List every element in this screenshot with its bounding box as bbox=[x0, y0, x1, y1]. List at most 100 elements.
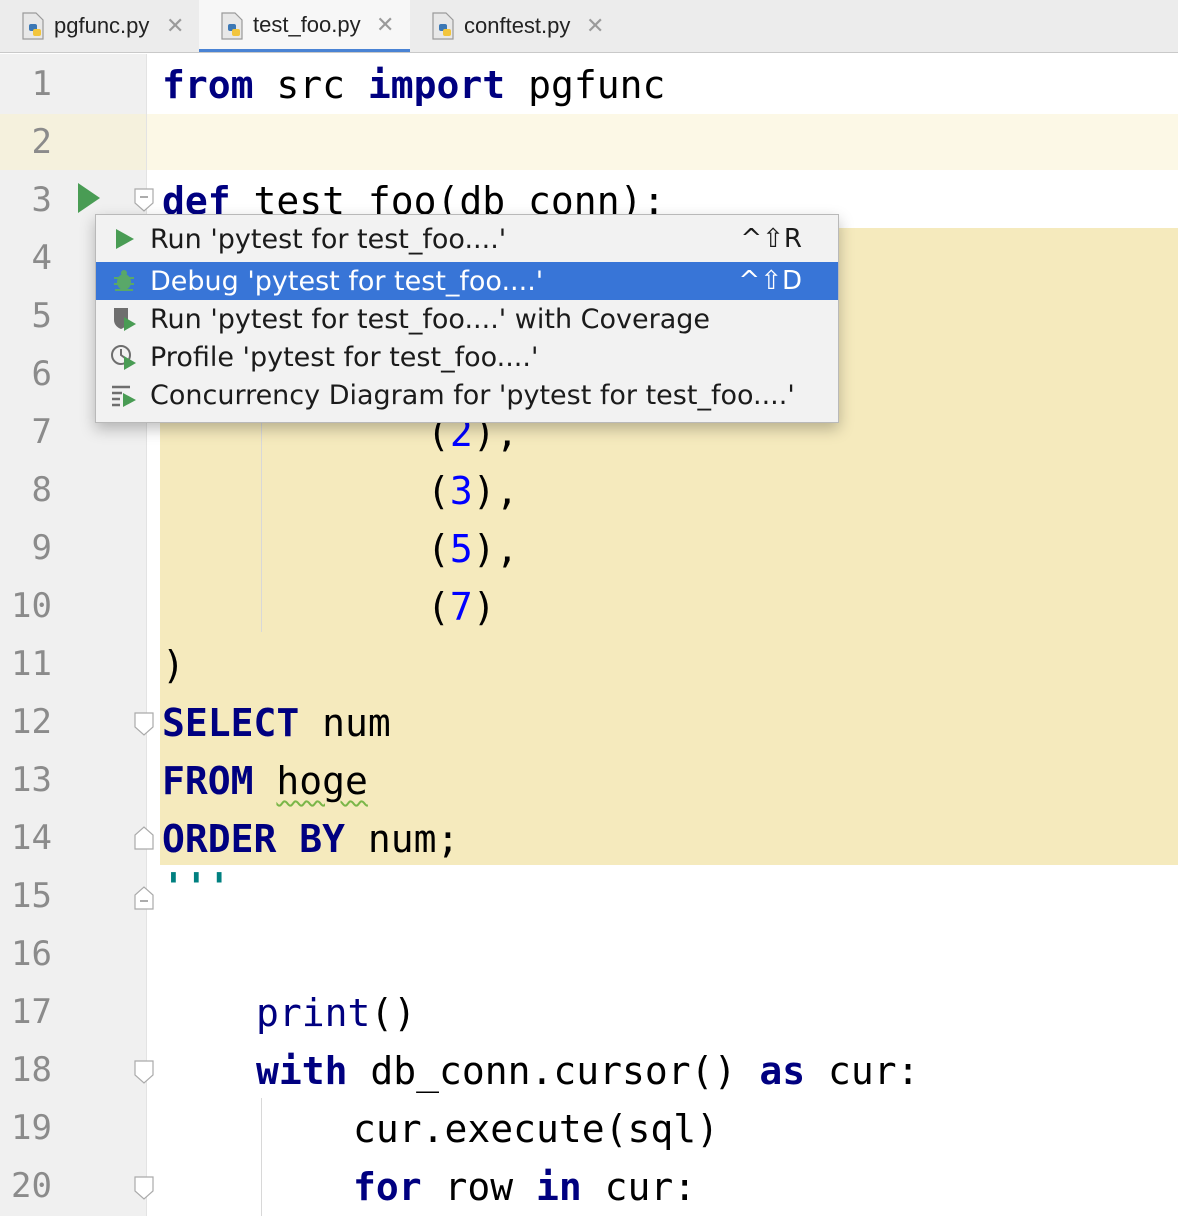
line-number[interactable]: 16 bbox=[0, 925, 52, 983]
sql-keyword: SELECT bbox=[162, 701, 300, 745]
code-text: ) bbox=[472, 585, 496, 629]
fold-end-marker-icon[interactable] bbox=[134, 826, 154, 850]
keyword: with bbox=[256, 1049, 348, 1093]
line-number[interactable]: 15 bbox=[0, 867, 52, 925]
code-text: pgfunc bbox=[505, 63, 666, 107]
line-number[interactable]: 8 bbox=[0, 461, 52, 519]
code-line-12[interactable]: SELECT num bbox=[162, 694, 391, 752]
line-number[interactable]: 12 bbox=[0, 693, 52, 751]
code-text: db_conn.cursor() bbox=[347, 1049, 760, 1093]
menu-item-label: Concurrency Diagram for 'pytest for test… bbox=[150, 379, 795, 411]
line-number[interactable]: 13 bbox=[0, 751, 52, 809]
tab-label: pgfunc.py bbox=[54, 13, 150, 38]
shortcut-label: ^⇧D bbox=[738, 266, 802, 296]
run-icon bbox=[116, 229, 134, 249]
line-number[interactable]: 18 bbox=[0, 1041, 52, 1099]
code-line-17[interactable]: print() bbox=[256, 984, 416, 1042]
builtin-function: print bbox=[256, 991, 371, 1035]
keyword: import bbox=[367, 63, 506, 107]
debug-bug-icon bbox=[114, 270, 134, 291]
code-line-18[interactable]: with db_conn.cursor() as cur: bbox=[256, 1042, 919, 1100]
line-number[interactable]: 6 bbox=[0, 345, 52, 403]
line-number[interactable]: 3 bbox=[0, 171, 52, 229]
line-number[interactable]: 11 bbox=[0, 635, 52, 693]
close-icon[interactable]: ✕ bbox=[166, 13, 184, 39]
number-literal: 3 bbox=[449, 469, 473, 513]
number-literal: 7 bbox=[449, 585, 473, 629]
code-text: ), bbox=[472, 527, 519, 571]
line-number[interactable]: 20 bbox=[0, 1157, 52, 1215]
code-line-15[interactable]: ''' bbox=[162, 858, 231, 916]
fold-end-marker-icon[interactable] bbox=[134, 886, 154, 910]
close-icon[interactable]: ✕ bbox=[376, 12, 394, 38]
run-context-popup: Run 'pytest for test_foo....' ^⇧R Debug … bbox=[95, 214, 839, 423]
tab-conftest[interactable]: conftest.py ✕ bbox=[411, 0, 611, 52]
code-line-1[interactable]: from src import pgfunc bbox=[162, 56, 665, 114]
code-line-20[interactable]: for row in cur: bbox=[353, 1158, 696, 1216]
code-line-19[interactable]: cur.execute(sql) bbox=[353, 1100, 719, 1158]
keyword: for bbox=[353, 1165, 422, 1209]
number-literal: 5 bbox=[449, 527, 473, 571]
code-text: ( bbox=[427, 585, 450, 629]
fold-marker-icon[interactable] bbox=[134, 1060, 154, 1084]
menu-item-run[interactable]: Run 'pytest for test_foo....' ^⇧R bbox=[96, 220, 838, 258]
indent-guide bbox=[261, 1098, 262, 1216]
indent-guide bbox=[261, 420, 262, 632]
fold-marker-icon[interactable] bbox=[134, 712, 154, 736]
python-file-icon bbox=[221, 12, 243, 40]
tab-pgfunc[interactable]: pgfunc.py ✕ bbox=[0, 0, 198, 52]
code-text: num bbox=[299, 701, 391, 745]
run-gutter-icon[interactable] bbox=[78, 183, 100, 213]
sql-keyword: ORDER bbox=[162, 817, 277, 861]
line-number[interactable]: 17 bbox=[0, 983, 52, 1041]
menu-item-label: Run 'pytest for test_foo....' bbox=[150, 223, 507, 255]
coverage-shield-icon bbox=[114, 308, 136, 331]
python-file-icon bbox=[432, 12, 454, 40]
caret-row-highlight bbox=[0, 114, 1178, 170]
code-text: ), bbox=[472, 469, 519, 513]
line-number[interactable]: 7 bbox=[0, 403, 52, 461]
code-line-11[interactable]: ) bbox=[162, 636, 185, 694]
tab-label: test_foo.py bbox=[253, 11, 361, 37]
keyword: as bbox=[759, 1049, 806, 1093]
sql-keyword: FROM bbox=[162, 759, 254, 803]
line-number[interactable]: 14 bbox=[0, 809, 52, 867]
code-text: num; bbox=[345, 817, 460, 861]
menu-item-profile[interactable]: Profile 'pytest for test_foo....' bbox=[96, 338, 838, 376]
menu-item-label: Profile 'pytest for test_foo....' bbox=[150, 341, 539, 373]
line-number[interactable]: 4 bbox=[0, 229, 52, 287]
code-line-10[interactable]: (7) bbox=[427, 578, 496, 636]
fold-marker-icon[interactable] bbox=[134, 1176, 154, 1200]
python-file-icon bbox=[22, 12, 44, 40]
fold-marker-icon[interactable] bbox=[134, 188, 154, 212]
line-number[interactable]: 10 bbox=[0, 577, 52, 635]
code-line-9[interactable]: (5), bbox=[427, 520, 519, 578]
menu-item-concurrency[interactable]: Concurrency Diagram for 'pytest for test… bbox=[96, 376, 838, 414]
menu-item-coverage[interactable]: Run 'pytest for test_foo....' with Cover… bbox=[96, 300, 838, 338]
profile-clock-icon bbox=[111, 345, 136, 370]
code-line-13[interactable]: FROM hoge bbox=[162, 752, 368, 810]
code-line-8[interactable]: (3), bbox=[427, 462, 519, 520]
keyword: in bbox=[536, 1165, 582, 1209]
menu-item-label: Debug 'pytest for test_foo....' bbox=[150, 265, 544, 297]
menu-item-label: Run 'pytest for test_foo....' with Cover… bbox=[150, 303, 711, 335]
line-number[interactable]: 9 bbox=[0, 519, 52, 577]
unresolved-identifier: hoge bbox=[276, 759, 368, 803]
tab-test-foo[interactable]: test_foo.py ✕ bbox=[199, 0, 410, 52]
tab-label: conftest.py bbox=[464, 13, 571, 38]
keyword: from bbox=[162, 63, 254, 107]
concurrency-diagram-icon bbox=[112, 385, 136, 407]
editor-tab-bar: pgfunc.py ✕ test_foo.py ✕ conftest.py ✕ bbox=[0, 0, 1178, 53]
line-number[interactable]: 5 bbox=[0, 287, 52, 345]
code-text: ( bbox=[427, 527, 450, 571]
shortcut-label: ^⇧R bbox=[740, 224, 802, 254]
code-text: cur: bbox=[581, 1165, 697, 1209]
line-number[interactable]: 1 bbox=[0, 55, 52, 113]
line-number[interactable]: 19 bbox=[0, 1099, 52, 1157]
line-number[interactable]: 2 bbox=[0, 113, 52, 171]
code-text: cur: bbox=[805, 1049, 920, 1093]
code-text: () bbox=[370, 991, 417, 1035]
close-icon[interactable]: ✕ bbox=[586, 13, 604, 39]
menu-item-debug[interactable]: Debug 'pytest for test_foo....' ^⇧D bbox=[96, 262, 838, 300]
